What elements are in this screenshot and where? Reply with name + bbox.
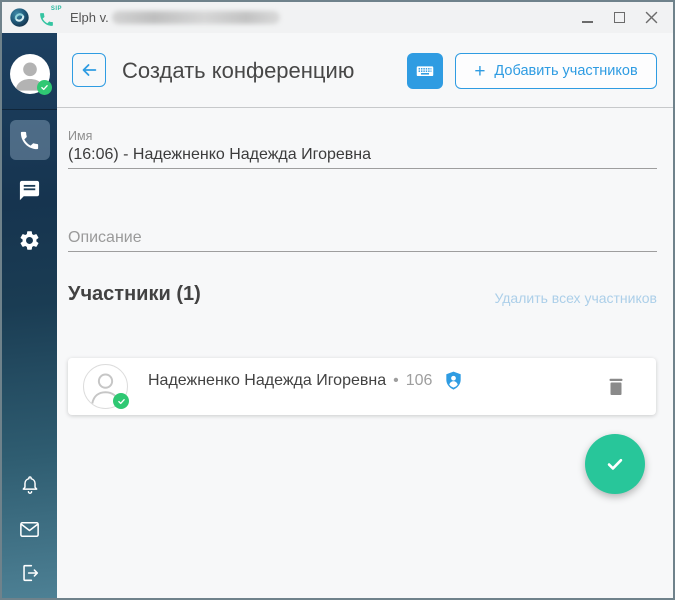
sidebar-item-logout[interactable] — [10, 556, 50, 590]
titlebar: SIP Elph v. — [2, 2, 673, 33]
app-window: SIP Elph v. Создать конференцию + Добави… — [0, 0, 675, 600]
participant-extension: 106 — [405, 371, 433, 389]
logout-icon — [22, 564, 38, 582]
participants-heading: Участники (1) — [68, 283, 201, 305]
delete-participant-button[interactable] — [602, 372, 630, 400]
name-field-label: Имя — [68, 129, 93, 143]
redacted-version-blob — [111, 11, 280, 24]
add-participants-label: Добавить участников — [494, 63, 638, 79]
remove-all-participants-link[interactable]: Удалить всех участников — [494, 290, 657, 306]
app-logo-icon — [10, 8, 29, 27]
page-title: Создать конференцию — [122, 58, 355, 83]
mail-icon — [20, 521, 39, 537]
chat-icon — [19, 180, 40, 200]
minimize-icon — [581, 20, 593, 23]
conference-name-input[interactable] — [68, 146, 657, 169]
back-button[interactable] — [72, 53, 106, 87]
close-icon — [645, 11, 657, 24]
checkmark-icon — [607, 458, 623, 470]
plus-icon: + — [474, 60, 486, 82]
maximize-icon — [613, 12, 625, 23]
sidebar-item-notifications[interactable] — [10, 468, 50, 502]
dialpad-keyboard-button[interactable] — [407, 53, 443, 89]
close-button[interactable] — [635, 2, 667, 33]
window-title: Elph v. — [70, 10, 109, 25]
keyboard-icon — [416, 66, 434, 77]
participant-name: Надежненко Надежда Игоревна — [148, 371, 387, 389]
sidebar-item-calls[interactable] — [9, 120, 50, 160]
separator-dot: • — [393, 371, 399, 389]
participant-row[interactable]: Надежненко Надежда Игоревна • 106 — [68, 358, 656, 415]
sidebar-item-chats[interactable] — [10, 170, 50, 210]
participant-online-badge — [113, 393, 129, 409]
phone-icon — [20, 131, 39, 149]
back-arrow-icon — [82, 64, 97, 76]
main-content: Создать конференцию + Добавить участнико… — [57, 33, 673, 598]
sip-badge-label: SIP — [50, 5, 62, 12]
header-divider — [57, 107, 673, 108]
trash-icon — [609, 378, 623, 395]
participant-name-line: Надежненко Надежда Игоревна • 106 — [148, 369, 464, 392]
user-avatar[interactable] — [9, 54, 52, 95]
maximize-button[interactable] — [603, 2, 635, 33]
moderator-shield-icon — [446, 371, 462, 390]
sidebar-item-voicemail[interactable] — [10, 512, 50, 546]
sidebar-item-settings[interactable] — [10, 220, 50, 260]
add-participants-button[interactable]: + Добавить участников — [455, 53, 657, 89]
confirm-create-conference-button[interactable] — [585, 434, 645, 494]
window-controls — [571, 2, 673, 33]
sip-phone-icon: SIP — [38, 5, 62, 28]
bell-icon — [22, 476, 37, 494]
description-input[interactable] — [68, 229, 657, 252]
sidebar-divider — [2, 109, 57, 110]
gear-icon — [20, 230, 39, 250]
minimize-button[interactable] — [571, 2, 603, 33]
participant-avatar — [83, 364, 129, 409]
online-status-badge — [36, 80, 52, 95]
sidebar — [2, 33, 57, 598]
